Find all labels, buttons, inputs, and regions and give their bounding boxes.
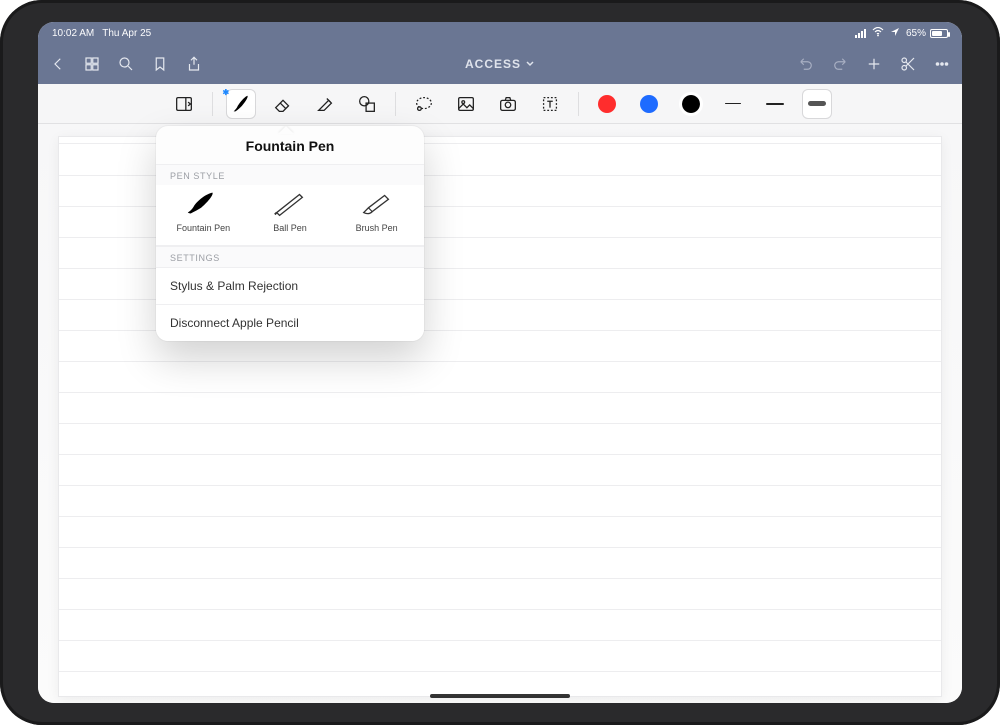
- location-icon: [890, 27, 900, 40]
- battery-percent: 65%: [906, 28, 926, 39]
- image-tool[interactable]: [452, 90, 480, 118]
- wifi-icon: [872, 27, 884, 40]
- add-button[interactable]: [864, 54, 884, 74]
- back-button[interactable]: [48, 54, 68, 74]
- toolbar-divider: [578, 92, 579, 116]
- status-time: 10:02 AM: [52, 28, 94, 39]
- popover-item-stylus-palm[interactable]: Stylus & Palm Rejection: [156, 267, 424, 304]
- pen-option-ball[interactable]: Ball Pen: [250, 191, 330, 233]
- toolbar-divider: [395, 92, 396, 116]
- text-tool[interactable]: [536, 90, 564, 118]
- camera-tool[interactable]: [494, 90, 522, 118]
- tool-bar: ✱: [38, 84, 962, 124]
- document-title-button[interactable]: ACCESS: [204, 57, 796, 71]
- color-black[interactable]: [677, 90, 705, 118]
- cellular-icon: [855, 29, 866, 38]
- top-nav: ACCESS: [38, 44, 962, 84]
- redo-button[interactable]: [830, 54, 850, 74]
- view-close-tool[interactable]: [170, 90, 198, 118]
- pen-option-brush[interactable]: Brush Pen: [337, 191, 417, 233]
- pen-option-label: Brush Pen: [356, 223, 398, 233]
- pen-popover: Fountain Pen PEN STYLE Fountain Pen Ball…: [156, 126, 424, 341]
- toolbar-divider: [212, 92, 213, 116]
- pen-style-row: Fountain Pen Ball Pen Brush Pen: [156, 185, 424, 246]
- status-date: Thu Apr 25: [102, 28, 151, 39]
- stroke-medium[interactable]: [761, 90, 789, 118]
- bookmark-button[interactable]: [150, 54, 170, 74]
- pen-option-fountain[interactable]: Fountain Pen: [163, 191, 243, 233]
- pen-option-label: Ball Pen: [273, 223, 307, 233]
- status-bar: 10:02 AM Thu Apr 25 65%: [38, 22, 962, 44]
- battery-indicator: 65%: [906, 28, 948, 39]
- documents-grid-button[interactable]: [82, 54, 102, 74]
- shapes-tool[interactable]: [353, 90, 381, 118]
- lasso-tool[interactable]: [410, 90, 438, 118]
- pen-tool[interactable]: ✱: [227, 90, 255, 118]
- bluetooth-badge-icon: ✱: [223, 88, 230, 97]
- stroke-thin[interactable]: [719, 90, 747, 118]
- document-title: ACCESS: [465, 57, 521, 71]
- undo-button[interactable]: [796, 54, 816, 74]
- eraser-tool[interactable]: [269, 90, 297, 118]
- scissors-button[interactable]: [898, 54, 918, 74]
- more-button[interactable]: [932, 54, 952, 74]
- stroke-thick[interactable]: [803, 90, 831, 118]
- share-button[interactable]: [184, 54, 204, 74]
- popover-section-settings: SETTINGS: [156, 246, 424, 267]
- pen-option-label: Fountain Pen: [177, 223, 231, 233]
- popover-section-penstyle: PEN STYLE: [156, 164, 424, 185]
- highlighter-tool[interactable]: [311, 90, 339, 118]
- screen: 10:02 AM Thu Apr 25 65%: [38, 22, 962, 703]
- color-red[interactable]: [593, 90, 621, 118]
- ipad-frame: 10:02 AM Thu Apr 25 65%: [0, 0, 1000, 725]
- home-indicator[interactable]: [430, 694, 570, 698]
- color-blue[interactable]: [635, 90, 663, 118]
- search-button[interactable]: [116, 54, 136, 74]
- popover-item-disconnect-pencil[interactable]: Disconnect Apple Pencil: [156, 304, 424, 341]
- popover-title: Fountain Pen: [156, 126, 424, 164]
- chevron-down-icon: [525, 59, 535, 69]
